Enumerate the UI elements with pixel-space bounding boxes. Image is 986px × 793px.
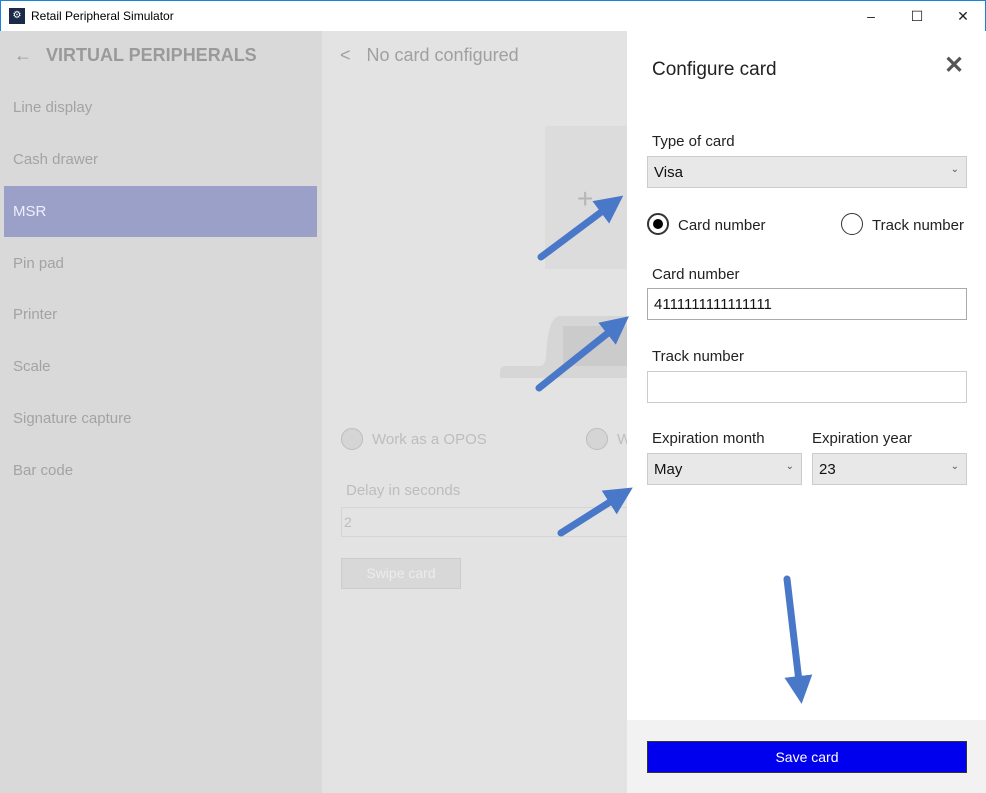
window-title: Retail Peripheral Simulator: [31, 9, 174, 23]
chevron-down-icon: ⌄: [950, 164, 959, 175]
delay-label: Delay in seconds: [346, 482, 461, 499]
sidebar-item-cash-drawer[interactable]: Cash drawer: [4, 134, 317, 185]
panel-footer: Save card: [627, 720, 986, 793]
other-mode-radio[interactable]: [586, 428, 608, 450]
type-of-card-label: Type of card: [652, 133, 735, 150]
back-chevron-icon[interactable]: <: [340, 45, 351, 65]
panel-title: Configure card: [652, 59, 777, 80]
track-number-label: Track number: [652, 348, 744, 365]
sidebar-item-line-display[interactable]: Line display: [4, 82, 317, 133]
chevron-down-icon: ⌄: [785, 461, 794, 472]
title-bar: ⚙ Retail Peripheral Simulator – ☐ ✕: [0, 0, 986, 31]
sidebar-item-scale[interactable]: Scale: [4, 341, 317, 392]
msr-content: < No card configured + Work as a OPOS W D…: [322, 31, 631, 793]
card-number-radio[interactable]: [647, 213, 669, 235]
expiration-month-select[interactable]: May ⌄: [647, 453, 802, 485]
configure-card-panel: Configure card ✕ Type of card Visa ⌄ Card…: [627, 31, 986, 793]
sidebar-title: VIRTUAL PERIPHERALS: [46, 45, 257, 65]
sidebar: ← VIRTUAL PERIPHERALS Line display Cash d…: [0, 31, 322, 793]
close-icon[interactable]: ✕: [944, 51, 964, 80]
sidebar-item-bar-code[interactable]: Bar code: [4, 445, 317, 496]
type-of-card-value: Visa: [654, 164, 683, 181]
expiration-year-label: Expiration year: [812, 430, 913, 447]
expiration-month-value: May: [654, 461, 683, 478]
sidebar-item-signature-capture[interactable]: Signature capture: [4, 393, 317, 444]
plus-icon: +: [577, 183, 594, 214]
card-reader-icon: [500, 316, 627, 378]
type-of-card-select[interactable]: Visa ⌄: [647, 156, 967, 188]
track-number-input[interactable]: [647, 371, 967, 403]
card-number-radio-label: Card number: [678, 217, 766, 234]
card-number-label: Card number: [652, 266, 740, 283]
chevron-down-icon: ⌄: [950, 461, 959, 472]
opos-radio[interactable]: [341, 428, 363, 450]
app-icon: ⚙: [9, 8, 25, 24]
expiration-year-select[interactable]: 23 ⌄: [812, 453, 967, 485]
sidebar-item-printer[interactable]: Printer: [4, 289, 317, 340]
track-number-radio-label: Track number: [872, 217, 964, 234]
page-title: < No card configured: [340, 45, 535, 66]
swipe-card-button[interactable]: Swipe card: [341, 558, 461, 589]
page-title-text: No card configured: [366, 45, 519, 65]
maximize-button[interactable]: ☐: [894, 1, 940, 31]
minimize-button[interactable]: –: [848, 1, 894, 31]
track-number-radio[interactable]: [841, 213, 863, 235]
save-card-button[interactable]: Save card: [647, 741, 967, 773]
opos-label: Work as a OPOS: [372, 431, 487, 448]
back-arrow-icon[interactable]: ←: [14, 45, 32, 65]
expiration-year-value: 23: [819, 461, 836, 478]
close-window-button[interactable]: ✕: [940, 1, 986, 31]
expiration-month-label: Expiration month: [652, 430, 765, 447]
sidebar-item-msr[interactable]: MSR: [4, 186, 317, 237]
delay-input[interactable]: 2: [341, 507, 631, 537]
sidebar-header: ← VIRTUAL PERIPHERALS: [14, 45, 257, 66]
sidebar-item-pin-pad[interactable]: Pin pad: [4, 238, 317, 289]
card-number-input[interactable]: 4111111111111111: [647, 288, 967, 320]
